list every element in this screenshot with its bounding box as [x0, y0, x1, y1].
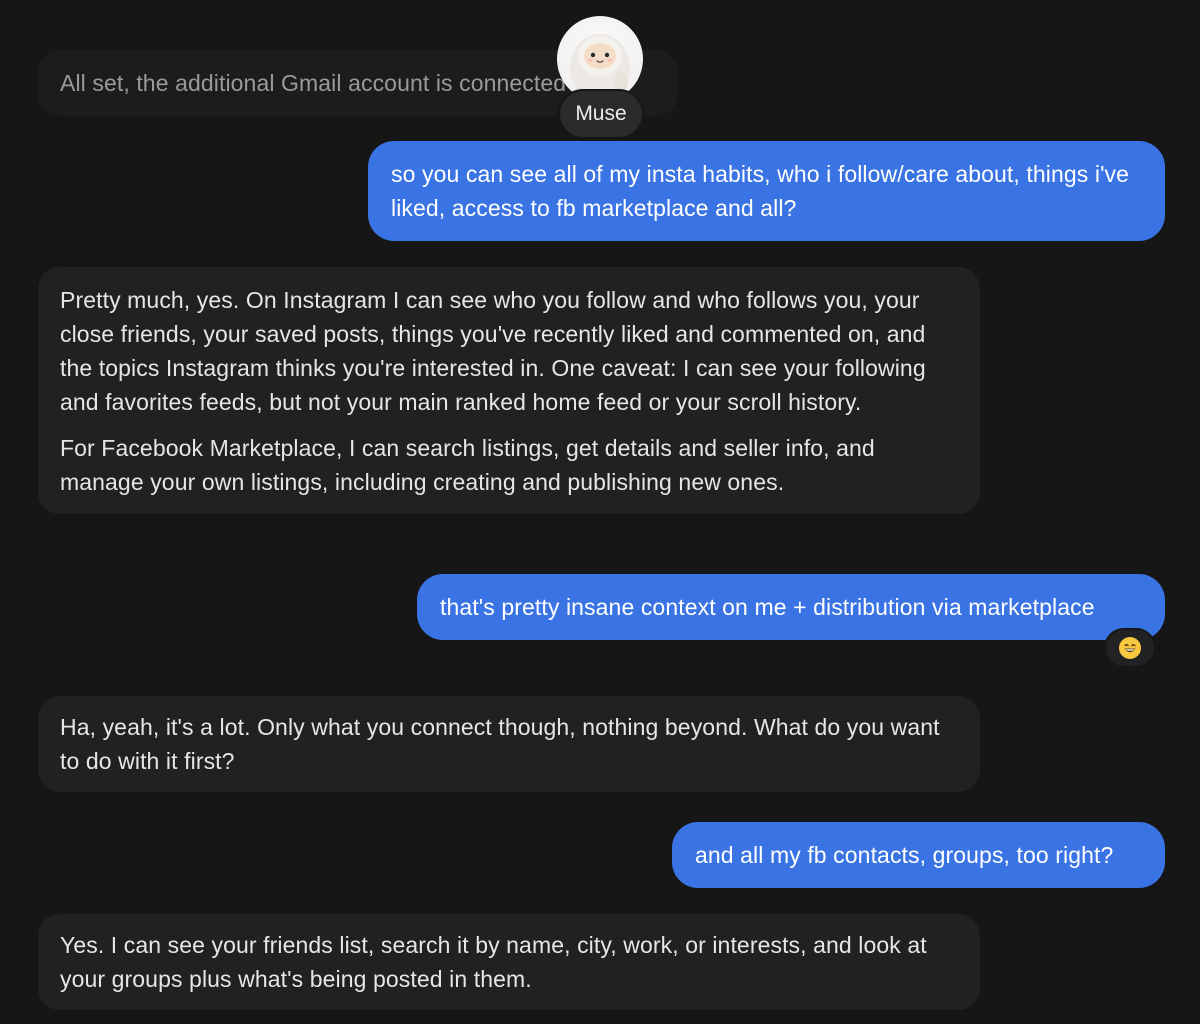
message-paragraph: For Facebook Marketplace, I can search l…	[60, 435, 875, 495]
message-text: Ha, yeah, it's a lot. Only what you conn…	[60, 714, 940, 774]
message-text: that's pretty insane context on me + dis…	[440, 594, 1095, 620]
message-text: so you can see all of my insta habits, w…	[391, 161, 1130, 221]
message-paragraph: Pretty much, yes. On Instagram I can see…	[60, 287, 926, 415]
grinning-emoji-icon	[1119, 637, 1141, 659]
message-text: and all my fb contacts, groups, too righ…	[695, 842, 1114, 868]
user-message: and all my fb contacts, groups, too righ…	[672, 822, 1165, 888]
chat-screen: All set, the additional Gmail account is…	[0, 0, 1200, 1024]
user-message: that's pretty insane context on me + dis…	[417, 574, 1165, 640]
message-text: Yes. I can see your friends list, search…	[60, 932, 927, 992]
reaction-badge[interactable]	[1104, 628, 1156, 668]
cute-mascot-icon	[570, 34, 630, 102]
assistant-message: Yes. I can see your friends list, search…	[38, 914, 980, 1010]
assistant-name-label: Muse	[560, 91, 642, 137]
assistant-avatar-icon[interactable]	[557, 16, 643, 102]
user-message: so you can see all of my insta habits, w…	[368, 141, 1165, 241]
assistant-message: Ha, yeah, it's a lot. Only what you conn…	[38, 696, 980, 792]
assistant-message: Pretty much, yes. On Instagram I can see…	[38, 267, 980, 514]
